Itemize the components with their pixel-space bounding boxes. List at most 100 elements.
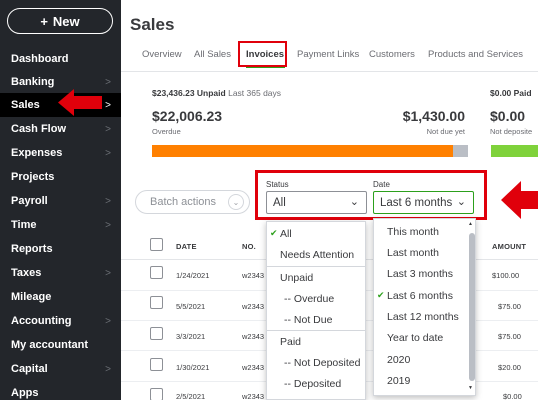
check-icon: ✔ [270, 228, 278, 238]
row-date: 3/3/2021 [176, 332, 206, 341]
sidebar-item-cash-flow[interactable]: Cash Flow > [0, 117, 121, 141]
batch-actions-button[interactable]: Batch actions ⌄ [135, 190, 250, 214]
date-filter-dropdown[interactable]: Last 6 months ⌄ [373, 191, 474, 214]
sidebar-item-label: Sales [11, 99, 40, 111]
date-option-last-6-months[interactable]: ✔ Last 6 months [374, 285, 475, 306]
row-amount: $100.00 [492, 271, 520, 280]
batch-actions-label: Batch actions [150, 196, 217, 208]
status-option-label: All [280, 227, 292, 240]
sidebar-item-expenses[interactable]: Expenses > [0, 141, 121, 165]
date-dropdown-menu: This month Last month Last 3 months ✔ Las… [373, 218, 476, 396]
invoices-tab-highlight-box [238, 41, 287, 67]
date-option-last-month[interactable]: Last month [374, 242, 475, 263]
status-option-not-deposited[interactable]: -- Not Deposited [267, 352, 365, 373]
status-option-deposited[interactable]: -- Deposited [267, 373, 365, 394]
row-number[interactable]: w2343 [242, 302, 264, 311]
sidebar-item-label: Projects [11, 171, 55, 183]
status-option-needs-attention[interactable]: Needs Attention [267, 244, 365, 265]
sidebar-item-label: Taxes [11, 267, 42, 279]
sidebar-item-projects[interactable]: Projects [0, 165, 121, 189]
chevron-right-icon: > [105, 315, 111, 327]
row-date: 5/5/2021 [176, 302, 206, 311]
tab-products-and-services[interactable]: Products and Services [428, 49, 523, 60]
chevron-right-icon: > [105, 267, 111, 279]
column-header-date[interactable]: DATE [176, 242, 197, 251]
status-option-overdue[interactable]: -- Overdue [267, 288, 365, 309]
row-number[interactable]: w2343 [242, 392, 264, 400]
sidebar-item-label: My accountant [11, 339, 89, 351]
row-number[interactable]: w2343 [242, 332, 264, 341]
status-option-unpaid[interactable]: Unpaid [267, 267, 365, 288]
row-checkbox[interactable] [150, 388, 163, 400]
chevron-down-icon: ⌄ [349, 196, 359, 208]
not-due-label: Not due yet [426, 127, 465, 136]
tab-divider [121, 71, 538, 72]
sidebar-item-reports[interactable]: Reports [0, 237, 121, 261]
status-option-paid[interactable]: Paid [267, 331, 365, 352]
tab-payment-links[interactable]: Payment Links [297, 49, 359, 60]
row-checkbox[interactable] [150, 327, 163, 340]
left-navigation-sidebar: + New Dashboard Banking > Sales > Cash Flo… [0, 0, 121, 400]
select-all-checkbox[interactable] [150, 238, 163, 251]
row-number[interactable]: w2343 [242, 363, 264, 372]
column-header-amount[interactable]: AMOUNT [492, 242, 526, 251]
unpaid-period: Last 365 days [228, 88, 282, 98]
red-arrow-icon [501, 181, 538, 219]
tab-overview[interactable]: Overview [142, 49, 182, 60]
date-option-last-3-months[interactable]: Last 3 months [374, 263, 475, 284]
status-option-not-due[interactable]: -- Not Due [267, 309, 365, 330]
chevron-down-icon: ⌄ [228, 194, 244, 210]
tab-all-sales[interactable]: All Sales [194, 49, 231, 60]
sidebar-item-mileage[interactable]: Mileage [0, 285, 121, 309]
row-checkbox[interactable] [150, 296, 163, 309]
not-deposited-value: $0.00 [490, 108, 526, 124]
chevron-right-icon: > [105, 99, 111, 111]
status-filter-dropdown[interactable]: All ⌄ [266, 191, 367, 214]
sidebar-item-taxes[interactable]: Taxes > [0, 261, 121, 285]
sidebar-item-label: Time [11, 219, 37, 231]
date-option-2019[interactable]: 2019 [374, 370, 475, 391]
date-option-year-to-date[interactable]: Year to date [374, 327, 475, 348]
status-option-all[interactable]: ✔ All [267, 223, 365, 244]
sidebar-item-apps[interactable]: Apps [0, 381, 121, 400]
date-option-last-12-months[interactable]: Last 12 months [374, 306, 475, 327]
overdue-label: Overdue [152, 127, 181, 136]
sidebar-item-time[interactable]: Time > [0, 213, 121, 237]
row-number[interactable]: w2343 [242, 271, 264, 280]
new-button[interactable]: + New [7, 8, 113, 34]
scroll-up-icon[interactable]: ▲ [468, 221, 473, 227]
scroll-down-icon[interactable]: ▼ [468, 385, 473, 391]
not-deposited-label: Not deposite [490, 127, 533, 136]
paid-summary: $0.00 Paid [490, 88, 532, 98]
status-option-label: Paid [280, 335, 302, 348]
not-due-bar [453, 145, 468, 157]
sidebar-item-label: Expenses [11, 147, 63, 159]
chevron-right-icon: > [105, 195, 111, 207]
row-checkbox[interactable] [150, 266, 163, 279]
unpaid-summary: $23,436.23 Unpaid Last 365 days [152, 88, 281, 98]
date-option-2020[interactable]: 2020 [374, 349, 475, 370]
sidebar-item-label: Mileage [11, 291, 52, 303]
date-option-label: This month [387, 225, 439, 238]
column-header-no[interactable]: NO. [242, 242, 256, 251]
sidebar-item-dashboard[interactable]: Dashboard [0, 47, 121, 71]
sidebar-item-accounting[interactable]: Accounting > [0, 309, 121, 333]
sidebar-item-label: Apps [11, 387, 39, 399]
overdue-value: $22,006.23 [152, 108, 223, 124]
paid-amount: $0.00 Paid [490, 88, 532, 98]
row-checkbox[interactable] [150, 358, 163, 371]
sidebar-item-capital[interactable]: Capital > [0, 357, 121, 381]
unpaid-amount: $23,436.23 Unpaid [152, 88, 226, 98]
new-button-label: New [52, 13, 80, 29]
date-option-this-month[interactable]: This month [374, 221, 475, 242]
row-date: 2/5/2021 [176, 392, 206, 400]
tab-customers[interactable]: Customers [369, 49, 415, 60]
sidebar-item-payroll[interactable]: Payroll > [0, 189, 121, 213]
menu-scrollbar[interactable] [469, 233, 475, 381]
sidebar-item-label: Capital [11, 363, 48, 375]
sidebar-item-my-accountant[interactable]: My accountant [0, 333, 121, 357]
sidebar-item-label: Accounting [11, 315, 72, 327]
chevron-right-icon: > [105, 123, 111, 135]
chevron-right-icon: > [105, 219, 111, 231]
red-arrow-icon [58, 89, 102, 116]
